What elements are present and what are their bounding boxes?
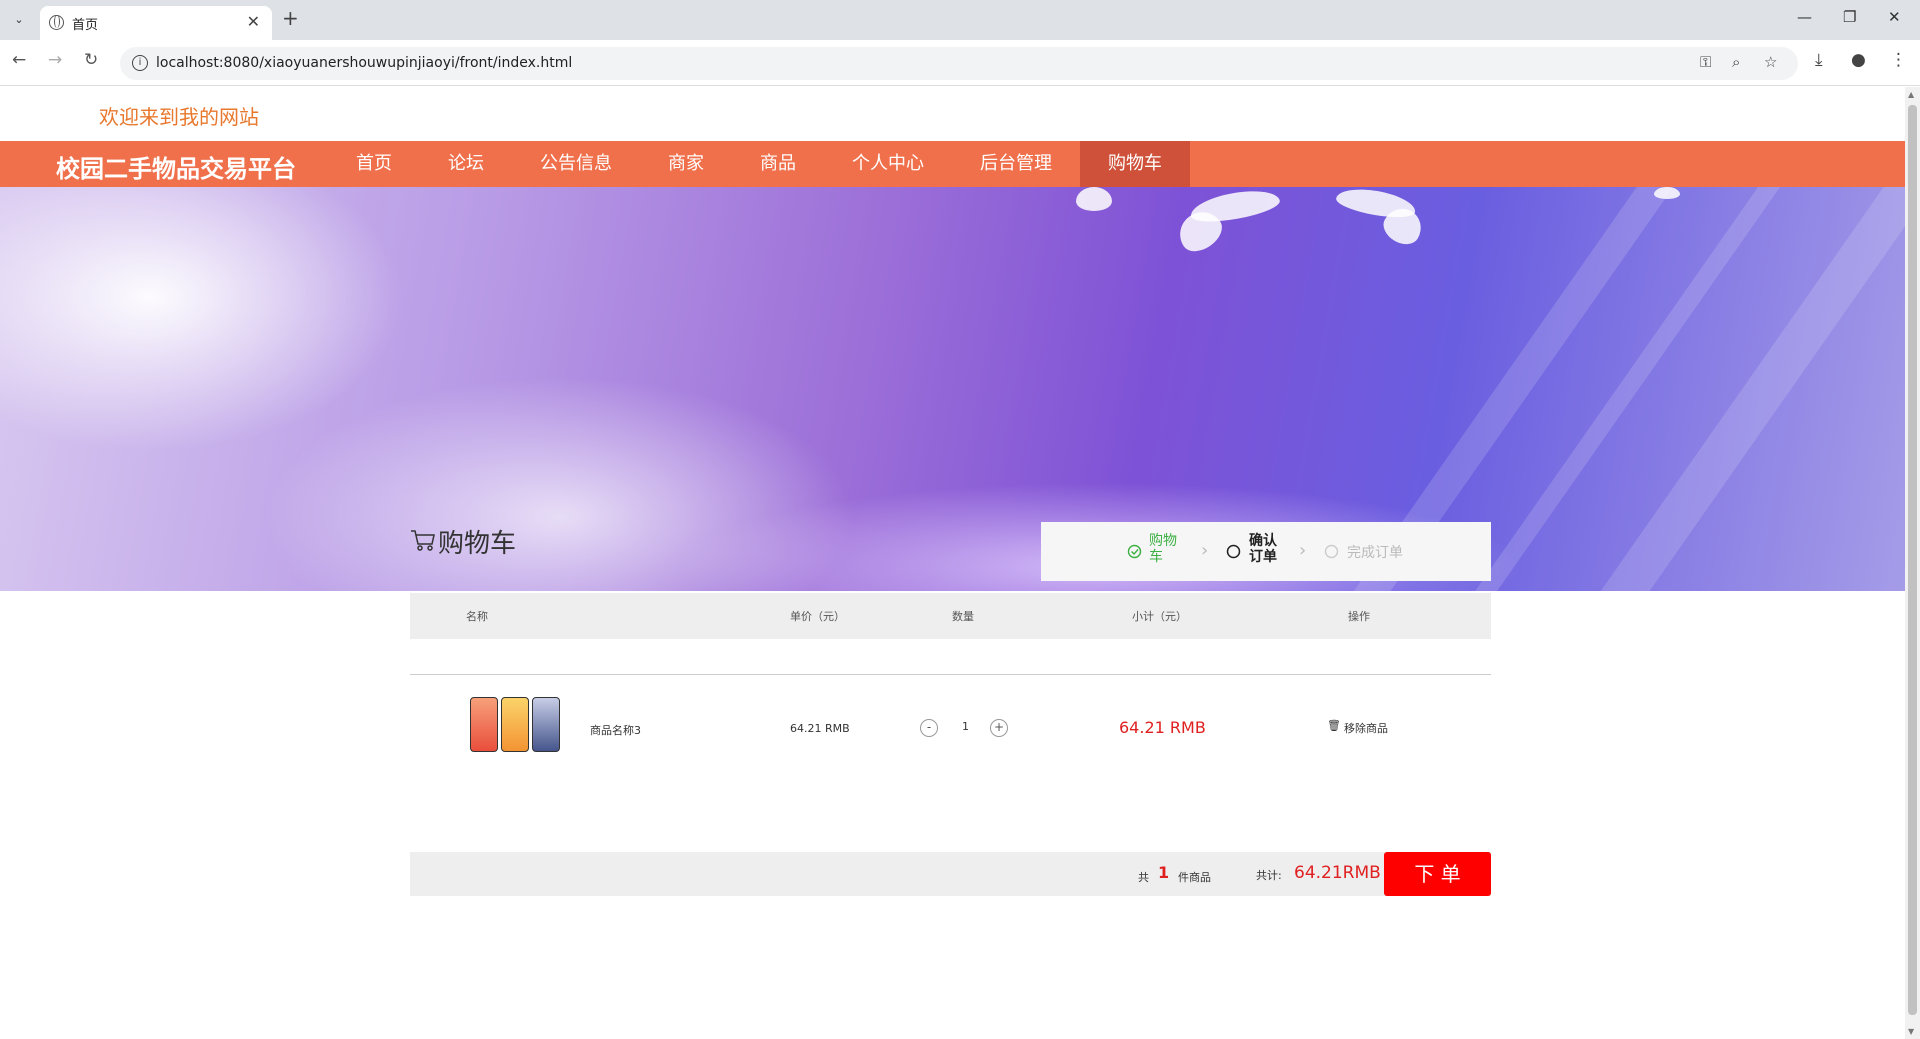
password-key-icon[interactable]: ⚿: [1700, 53, 1711, 71]
nav-item-admin[interactable]: 后台管理: [952, 141, 1080, 187]
nav-item-profile[interactable]: 个人中心: [824, 141, 952, 187]
item-subtotal: 64.21 RMB: [1119, 718, 1206, 737]
nav-menu: 首页 论坛 公告信息 商家 商品 个人中心 后台管理 购物车: [328, 141, 1190, 187]
browser-tabbar: ⌄ 首页 ✕ + — ❐ ✕: [0, 0, 1920, 40]
product-phone-image: [532, 697, 560, 752]
profile-icon[interactable]: ●: [1851, 50, 1866, 70]
tab-title: 首页: [72, 18, 99, 33]
product-phone-image: [470, 697, 498, 752]
banner-carousel[interactable]: [0, 187, 1905, 591]
close-window-icon[interactable]: ✕: [1888, 8, 1901, 26]
step-done: 完成订单: [1347, 545, 1403, 561]
zoom-icon[interactable]: ⌕: [1732, 53, 1740, 71]
total-label: 共计:: [1256, 869, 1282, 882]
qty-minus-button[interactable]: -: [920, 719, 938, 737]
nav-item-goods[interactable]: 商品: [732, 141, 824, 187]
qty-value[interactable]: 1: [962, 720, 969, 733]
place-order-button[interactable]: 下 单: [1384, 852, 1491, 896]
page-viewport: 欢迎来到我的网站 校园二手物品交易平台 首页 论坛 公告信息 商家 商品 个人中…: [0, 87, 1905, 1039]
product-phone-image: [501, 697, 529, 752]
site-brand[interactable]: 校园二手物品交易平台: [56, 149, 296, 184]
shopping-cart-icon: [411, 530, 435, 551]
more-menu-icon[interactable]: ⋮: [1890, 50, 1907, 70]
close-tab-icon[interactable]: ✕: [247, 12, 260, 31]
col-subtotal: 小计（元）: [1132, 610, 1187, 623]
new-tab-icon[interactable]: +: [282, 6, 299, 30]
bookmark-star-icon[interactable]: ☆: [1764, 53, 1777, 71]
banner-petal: [1076, 187, 1112, 211]
check-circle-icon: [1127, 544, 1142, 559]
count-prefix: 共: [1138, 871, 1149, 884]
forward-icon[interactable]: →: [48, 50, 62, 70]
main-navbar: 校园二手物品交易平台 首页 论坛 公告信息 商家 商品 个人中心 后台管理 购物…: [0, 141, 1905, 187]
product-price: 64.21 RMB: [790, 722, 850, 735]
cart-title: 购物车: [438, 529, 517, 559]
omnibox[interactable]: i localhost:8080/xiaoyuanershouwupinjiao…: [120, 47, 1798, 80]
url-text[interactable]: localhost:8080/xiaoyuanershouwupinjiaoyi…: [156, 55, 572, 71]
browser-tab[interactable]: 首页 ✕: [40, 6, 272, 40]
divider: [410, 674, 1491, 675]
nav-item-notice[interactable]: 公告信息: [512, 141, 640, 187]
trash-icon[interactable]: 🗑: [1327, 719, 1341, 732]
nav-item-cart[interactable]: 购物车: [1080, 141, 1190, 187]
tab-search-chevron-icon[interactable]: ⌄: [8, 9, 30, 31]
checkout-steps: 购物 车 › 确认 订单 › 完成订单: [1041, 522, 1491, 581]
col-action: 操作: [1348, 610, 1370, 623]
item-count: 1: [1158, 863, 1170, 882]
address-bar-row: ← → ↻ i localhost:8080/xiaoyuanershouwup…: [0, 40, 1920, 86]
scroll-down-icon[interactable]: ▼: [1908, 1027, 1914, 1036]
col-price: 单价（元）: [790, 610, 845, 623]
col-name: 名称: [466, 610, 488, 623]
nav-item-forum[interactable]: 论坛: [420, 141, 512, 187]
col-qty: 数量: [952, 610, 974, 623]
scrollbar-thumb[interactable]: [1908, 105, 1917, 1015]
page-scrollbar[interactable]: ▲ ▼: [1905, 87, 1920, 1039]
nav-item-home[interactable]: 首页: [328, 141, 420, 187]
cart-table-header: 名称 单价（元） 数量 小计（元） 操作: [410, 593, 1491, 639]
count-suffix: 件商品: [1178, 871, 1211, 884]
nav-item-merchant[interactable]: 商家: [640, 141, 732, 187]
step-cart: 购物 车: [1149, 533, 1177, 565]
welcome-text: 欢迎来到我的网站: [99, 105, 259, 129]
chevron-right-icon: ›: [1299, 540, 1307, 561]
cart-footer: 共 1 件商品 共计: 64.21RMB: [410, 852, 1491, 896]
site-info-icon[interactable]: i: [132, 55, 148, 71]
circle-icon: [1324, 544, 1339, 559]
total-amount: 64.21RMB: [1294, 863, 1381, 883]
restore-icon[interactable]: ❐: [1843, 8, 1856, 26]
download-icon[interactable]: ⤓: [1815, 50, 1823, 70]
minimize-icon[interactable]: —: [1797, 8, 1812, 26]
reload-icon[interactable]: ↻: [84, 50, 98, 70]
remove-item-button[interactable]: 移除商品: [1344, 720, 1388, 736]
qty-plus-button[interactable]: +: [990, 719, 1008, 737]
chevron-right-icon: ›: [1201, 540, 1209, 561]
back-icon[interactable]: ←: [12, 50, 26, 70]
globe-icon: [49, 15, 64, 30]
circle-icon: [1226, 544, 1241, 559]
scroll-up-icon[interactable]: ▲: [1908, 90, 1914, 99]
banner-petal: [1654, 187, 1680, 199]
product-name[interactable]: 商品名称3: [590, 722, 641, 738]
step-confirm: 确认 订单: [1249, 533, 1277, 565]
